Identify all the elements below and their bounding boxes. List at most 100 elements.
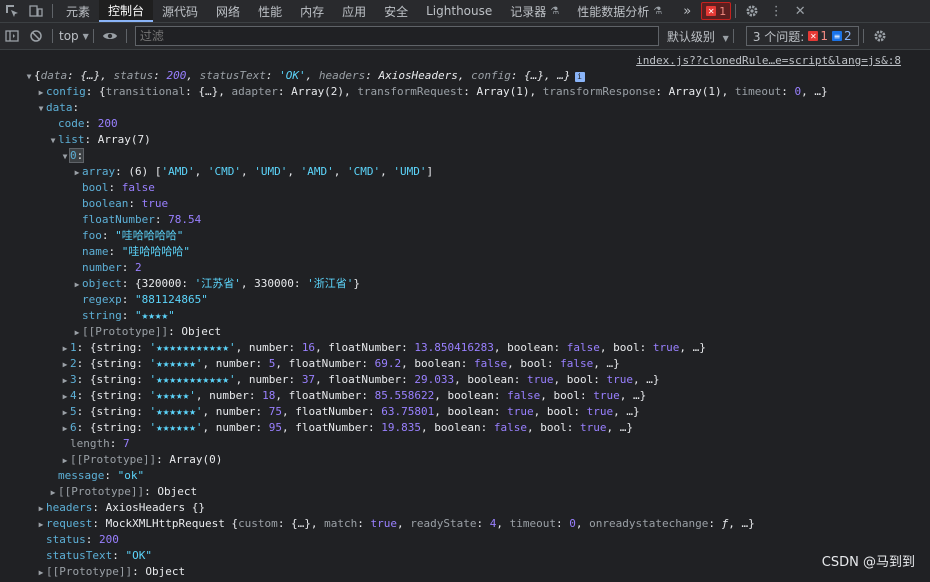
tree-line-content: 5: {string: '★★★★★★', number: 75, floatN…	[70, 405, 640, 418]
tree-line[interactable]: ▶ 3: {string: '★★★★★★★★★★★', number: 37, …	[0, 372, 828, 388]
clear-console-icon[interactable]	[24, 25, 48, 47]
info-icon[interactable]: i	[574, 72, 585, 82]
more-tabs-button[interactable]: »	[677, 4, 697, 19]
token: , boolean:	[401, 357, 475, 370]
log-level-dropdown[interactable]: 默认级别 ▼	[667, 28, 729, 45]
token: false	[474, 357, 508, 370]
token: '★★★★★'	[149, 389, 196, 402]
tree-line[interactable]: ▶ [[Prototype]]: Object	[0, 324, 828, 340]
expand-triangle-right-icon[interactable]: ▶	[36, 565, 46, 581]
expand-triangle-down-icon[interactable]: ▼	[60, 149, 70, 165]
token: ,	[305, 69, 319, 82]
tree-line[interactable]: ▶ object: {320000: '江苏省', 330000: '浙江省'}	[0, 276, 828, 292]
tab-2[interactable]: 源代码	[153, 0, 207, 22]
tree-line[interactable]: ▶ 2: {string: '★★★★★★', number: 5, floatN…	[0, 356, 828, 372]
expand-triangle-right-icon[interactable]: ▶	[48, 485, 58, 501]
token: :	[85, 533, 99, 546]
issues-button[interactable]: 3 个问题: ✕ 1 ≡ 2	[745, 26, 859, 46]
tree-line[interactable]: ▶ config: {transitional: {…}, adapter: Ar…	[0, 84, 828, 100]
token: :	[108, 181, 122, 194]
device-toolbar-icon[interactable]	[24, 0, 48, 22]
token: 7	[123, 437, 130, 450]
expand-triangle-down-icon[interactable]: ▼	[48, 133, 58, 149]
expand-triangle-right-icon[interactable]: ▶	[72, 165, 82, 181]
token: , …}	[633, 373, 660, 386]
inspect-element-icon[interactable]	[0, 0, 24, 22]
filter-input[interactable]	[134, 26, 659, 46]
expand-triangle-right-icon[interactable]: ▶	[72, 325, 82, 341]
gear-icon[interactable]	[740, 0, 764, 22]
expand-triangle-right-icon[interactable]: ▶	[60, 453, 70, 469]
tree-line[interactable]: ▶ headers: AxiosHeaders {}	[0, 500, 828, 516]
token: :	[781, 85, 795, 98]
expand-triangle-down-icon[interactable]: ▼	[24, 69, 34, 85]
tab-8[interactable]: Lighthouse	[417, 0, 501, 22]
tree-line: floatNumber: 78.54	[0, 212, 828, 228]
expand-triangle-right-icon[interactable]: ▶	[36, 517, 46, 533]
context-label: top	[59, 29, 79, 43]
gear-icon[interactable]	[868, 25, 892, 47]
token: , number:	[202, 405, 269, 418]
tab-7[interactable]: 安全	[375, 0, 417, 22]
token: 200	[97, 117, 118, 130]
toolbar-divider	[52, 4, 53, 18]
expand-triangle-right-icon[interactable]: ▶	[36, 85, 46, 101]
tree-line: statusText: "OK"	[0, 548, 828, 564]
sidebar-toggle-icon[interactable]	[0, 25, 24, 47]
issues-label: 3 个问题:	[752, 29, 805, 44]
expand-triangle-right-icon[interactable]: ▶	[36, 501, 46, 517]
token: , number:	[202, 357, 269, 370]
tab-10[interactable]: 性能数据分析 ⚗	[568, 0, 671, 22]
tree-line: foo: "哇哈哈哈哈"	[0, 228, 828, 244]
token: : {…},	[185, 85, 232, 98]
token: "哇哈哈哈哈"	[121, 245, 190, 258]
tree-line-content: boolean: true	[82, 197, 168, 210]
tree-line[interactable]: ▼ 0:	[0, 148, 828, 164]
expand-triangle-right-icon[interactable]: ▶	[60, 373, 70, 389]
tab-6[interactable]: 应用	[333, 0, 375, 22]
error-count-badge[interactable]: ✕ 1	[701, 2, 732, 20]
expand-triangle-right-icon[interactable]: ▶	[72, 277, 82, 293]
token: config	[46, 85, 86, 98]
source-link[interactable]: index.js??clonedRule…e=script&lang=js&:8	[636, 54, 901, 67]
token: transitional	[105, 85, 186, 98]
token: 16	[301, 341, 316, 354]
tab-9[interactable]: 记录器 ⚗	[501, 0, 568, 22]
token: :	[109, 437, 123, 450]
tree-line[interactable]: ▶ 4: {string: '★★★★★', number: 18, floatN…	[0, 388, 828, 404]
expand-triangle-right-icon[interactable]: ▶	[60, 357, 70, 373]
tab-4[interactable]: 性能	[249, 0, 291, 22]
expand-triangle-right-icon[interactable]: ▶	[60, 405, 70, 421]
tree-line[interactable]: ▶ 1: {string: '★★★★★★★★★★★', number: 16, …	[0, 340, 828, 356]
token: headers	[318, 69, 366, 82]
tree-line[interactable]: ▶ 5: {string: '★★★★★★', number: 75, float…	[0, 404, 828, 420]
expand-triangle-down-icon[interactable]: ▼	[36, 101, 46, 117]
tab-1[interactable]: 控制台	[99, 0, 154, 22]
tab-0[interactable]: 元素	[57, 0, 99, 22]
tab-3[interactable]: 网络	[207, 0, 249, 22]
close-icon[interactable]: ✕	[788, 0, 812, 22]
tree-line[interactable]: ▶ 6: {string: '★★★★★★', number: 95, float…	[0, 420, 828, 436]
eye-icon[interactable]	[98, 25, 122, 47]
expand-triangle-right-icon[interactable]: ▶	[60, 341, 70, 357]
token: :	[112, 549, 126, 562]
token: :	[128, 197, 142, 210]
expand-triangle-right-icon[interactable]: ▶	[60, 421, 70, 437]
tree-line[interactable]: ▶ array: (6) ['AMD', 'CMD', 'UMD', 'AMD',…	[0, 164, 828, 180]
tree-line: string: "★★★★"	[0, 308, 828, 324]
token: 75	[268, 405, 282, 418]
tree-line[interactable]: ▶ [[Prototype]]: Object	[0, 484, 828, 500]
token: ,	[380, 165, 394, 178]
tree-line[interactable]: ▼ list: Array(7)	[0, 132, 828, 148]
tab-5[interactable]: 内存	[291, 0, 333, 22]
context-selector[interactable]: top ▼	[59, 29, 89, 43]
token: 95	[268, 421, 282, 434]
tree-line[interactable]: ▶ [[Prototype]]: Object	[0, 564, 828, 580]
expand-triangle-right-icon[interactable]: ▶	[60, 389, 70, 405]
tree-line[interactable]: ▶ request: MockXMLHttpRequest {custom: {……	[0, 516, 828, 532]
tree-line[interactable]: ▶ [[Prototype]]: Array(0)	[0, 452, 828, 468]
tree-line[interactable]: ▼ data:	[0, 100, 828, 116]
tree-line[interactable]: ▼ {data: {…}, status: 200, statusText: 'O…	[0, 68, 828, 84]
token: , boolean:	[434, 405, 508, 418]
more-options-icon[interactable]: ⋮	[764, 0, 788, 22]
